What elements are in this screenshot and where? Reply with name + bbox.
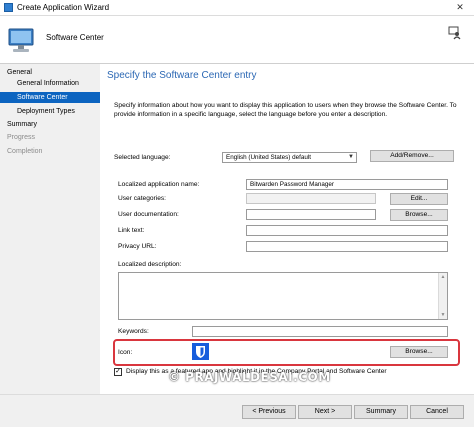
- add-remove-button[interactable]: Add/Remove...: [370, 150, 454, 162]
- user-documentation-field[interactable]: [246, 209, 376, 220]
- scroll-up-icon[interactable]: ▲: [439, 274, 447, 280]
- localized-description-label: Localized description:: [118, 261, 182, 268]
- title-bar: Create Application Wizard ✕: [0, 0, 474, 16]
- wizard-nav: General General Information Software Cen…: [0, 64, 100, 364]
- chevron-down-icon: ▼: [348, 154, 354, 160]
- keywords-label: Keywords:: [118, 328, 149, 335]
- computer-icon: [8, 28, 34, 52]
- user-categories-label: User categories:: [118, 195, 167, 202]
- page-description: Specify information about how you want t…: [114, 102, 457, 118]
- bitwarden-shield-icon: [192, 343, 209, 360]
- link-text-field[interactable]: [246, 225, 448, 236]
- nav-completion: Completion: [7, 148, 43, 155]
- privacy-url-label: Privacy URL:: [118, 243, 157, 250]
- featured-checkbox[interactable]: ✓: [114, 368, 122, 376]
- header-title: Software Center: [46, 33, 104, 42]
- user-documentation-label: User documentation:: [118, 211, 179, 218]
- watermark: © PRAJWALDESAI.COM: [168, 370, 331, 384]
- description-scrollbar[interactable]: ▲ ▼: [438, 273, 447, 319]
- page-title: Specify the Software Center entry: [107, 70, 257, 81]
- summary-button[interactable]: Summary: [354, 405, 408, 419]
- nav-summary[interactable]: Summary: [0, 119, 100, 130]
- edit-categories-button[interactable]: Edit...: [390, 193, 448, 205]
- localized-name-label: Localized application name:: [118, 181, 200, 188]
- wizard-footer: < Previous Next > Summary Cancel: [0, 394, 474, 427]
- wizard-header: Software Center: [0, 16, 474, 64]
- keywords-field[interactable]: [192, 326, 448, 337]
- nav-progress: Progress: [7, 134, 36, 141]
- nav-general-information[interactable]: General Information: [0, 78, 100, 89]
- icon-label: Icon:: [118, 349, 133, 356]
- link-text-label: Link text:: [118, 227, 145, 234]
- scroll-down-icon[interactable]: ▼: [439, 312, 447, 318]
- user-categories-field: [246, 193, 376, 204]
- nav-deployment-types[interactable]: Deployment Types: [0, 106, 100, 117]
- language-select-value: English (United States) default: [226, 154, 312, 161]
- window-title: Create Application Wizard: [17, 3, 110, 12]
- cancel-button[interactable]: Cancel: [410, 405, 464, 419]
- next-button[interactable]: Next >: [298, 405, 352, 419]
- close-icon[interactable]: ✕: [452, 1, 468, 14]
- localized-description-field[interactable]: ▲ ▼: [118, 272, 448, 320]
- selected-language-label: Selected language:: [114, 154, 171, 161]
- previous-button[interactable]: < Previous: [242, 405, 296, 419]
- browse-documentation-button[interactable]: Browse...: [390, 209, 448, 221]
- help-person-icon[interactable]: [448, 26, 462, 40]
- nav-general[interactable]: General: [0, 67, 100, 78]
- localized-name-field[interactable]: Bitwarden Password Manager: [246, 179, 448, 190]
- icon-browse-button[interactable]: Browse...: [390, 346, 448, 358]
- wizard-page: Specify the Software Center entry Specif…: [100, 64, 474, 394]
- language-select[interactable]: English (United States) default ▼: [222, 152, 357, 163]
- nav-software-center[interactable]: Software Center: [0, 92, 100, 103]
- wizard-app-icon: [4, 3, 13, 12]
- privacy-url-field[interactable]: [246, 241, 448, 252]
